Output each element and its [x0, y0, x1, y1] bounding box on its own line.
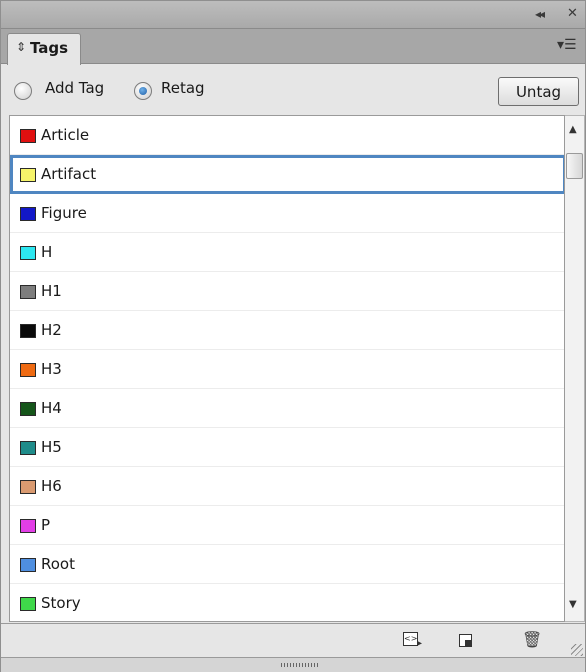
- scroll-up-arrow-icon[interactable]: ▲: [569, 124, 577, 135]
- resize-grip-icon[interactable]: [571, 644, 583, 656]
- tag-color-swatch: [20, 207, 36, 221]
- tag-color-swatch: [20, 480, 36, 494]
- tag-label: H3: [41, 360, 62, 378]
- add-tag-radio[interactable]: [14, 82, 32, 100]
- panel-menu-icon[interactable]: ▾☰: [557, 38, 577, 52]
- tag-row[interactable]: H4: [10, 389, 564, 428]
- double-chevron-left-icon[interactable]: ◂◂: [535, 7, 545, 21]
- tag-color-swatch: [20, 129, 36, 143]
- tag-row[interactable]: Root: [10, 545, 564, 584]
- panel-tab-row: ⇕ Tags ▾☰: [1, 29, 585, 65]
- tag-row[interactable]: H5: [10, 428, 564, 467]
- vertical-scrollbar[interactable]: ▲ ▼: [565, 115, 585, 622]
- tag-label: Root: [41, 555, 75, 573]
- tag-color-swatch: [20, 168, 36, 182]
- tag-label: H1: [41, 282, 62, 300]
- tag-label: P: [41, 516, 51, 534]
- panel-footer: [1, 657, 585, 672]
- tag-row[interactable]: H1: [10, 272, 564, 311]
- tag-row[interactable]: H6: [10, 467, 564, 506]
- tag-list: Article Artifact Figure H H1 H2 H3 H4 H5 H6 P Root S…: [9, 115, 565, 622]
- tag-color-swatch: [20, 519, 36, 533]
- tab-label: Tags: [30, 39, 69, 57]
- panel-bottom-toolbar: <> ▸ 🗑: [1, 623, 585, 657]
- tag-row[interactable]: Artifact: [10, 155, 564, 194]
- tag-label: H2: [41, 321, 62, 339]
- tag-label: H4: [41, 399, 62, 417]
- tag-color-swatch: [20, 246, 36, 260]
- tab-tags[interactable]: ⇕ Tags: [7, 33, 81, 65]
- place-icon[interactable]: [459, 632, 479, 650]
- tag-color-swatch: [20, 285, 36, 299]
- close-icon[interactable]: ✕: [567, 7, 578, 21]
- tag-row[interactable]: P: [10, 506, 564, 545]
- tag-label: Story: [41, 594, 81, 612]
- retag-label[interactable]: Retag: [161, 79, 205, 97]
- tag-row[interactable]: Figure: [10, 194, 564, 233]
- scroll-down-arrow-icon[interactable]: ▼: [569, 599, 577, 610]
- trash-icon[interactable]: 🗑: [522, 632, 542, 650]
- new-tag-from-frame-icon[interactable]: <> ▸: [403, 632, 423, 650]
- tag-label: H: [41, 243, 53, 261]
- untag-button[interactable]: Untag: [498, 77, 579, 106]
- tag-color-swatch: [20, 597, 36, 611]
- tag-row[interactable]: H: [10, 233, 564, 272]
- tag-row[interactable]: H3: [10, 350, 564, 389]
- tag-label: Figure: [41, 204, 87, 222]
- tag-mode-controls: Add Tag Retag Untag: [1, 65, 585, 115]
- tag-color-swatch: [20, 402, 36, 416]
- retag-radio[interactable]: [134, 82, 152, 100]
- tag-row[interactable]: Story: [10, 584, 564, 621]
- up-down-chevron-icon: ⇕: [16, 40, 27, 54]
- add-tag-label[interactable]: Add Tag: [45, 79, 104, 97]
- tag-color-swatch: [20, 363, 36, 377]
- drag-grip-icon[interactable]: [281, 663, 319, 667]
- tag-color-swatch: [20, 558, 36, 572]
- tag-color-swatch: [20, 441, 36, 455]
- tag-label: Article: [41, 126, 90, 144]
- tag-row[interactable]: Article: [10, 116, 564, 155]
- tag-label: Artifact: [41, 165, 97, 183]
- tag-label: H6: [41, 477, 62, 495]
- tags-panel: ◂◂ ✕ ⇕ Tags ▾☰ Add Tag Retag Untag Artic…: [0, 0, 586, 672]
- panel-title-bar: ◂◂ ✕: [1, 1, 585, 29]
- tag-label: H5: [41, 438, 62, 456]
- scroll-thumb[interactable]: [566, 153, 583, 179]
- tag-row[interactable]: H2: [10, 311, 564, 350]
- tag-color-swatch: [20, 324, 36, 338]
